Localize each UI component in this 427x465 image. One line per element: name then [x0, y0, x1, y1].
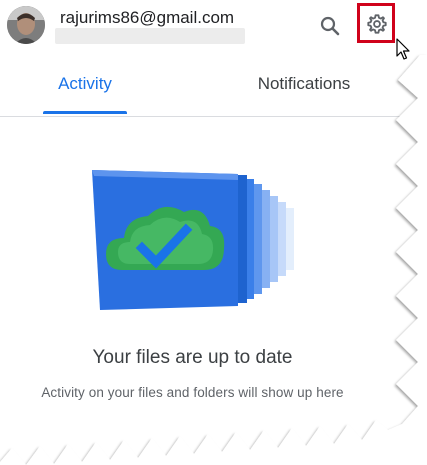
tab-notifications-label: Notifications [257, 74, 351, 93]
account-secondary-line [55, 28, 245, 44]
tab-activity-label: Activity [58, 74, 112, 93]
avatar[interactable] [7, 6, 45, 44]
empty-state-subtitle: Activity on your files and folders will … [41, 385, 344, 400]
empty-state-title: Your files are up to date [92, 347, 293, 368]
mouse-cursor-icon [396, 38, 410, 60]
account-header: rajurims86@gmail.com [0, 0, 427, 60]
settings-button[interactable] [357, 3, 395, 43]
search-icon [320, 16, 340, 36]
gear-icon [367, 14, 387, 34]
account-email: rajurims86@gmail.com [60, 8, 235, 27]
search-button[interactable] [318, 14, 342, 38]
tab-activity[interactable]: Activity [43, 60, 127, 116]
cloud-check-icon [92, 170, 294, 310]
tab-divider [0, 116, 427, 117]
tab-notifications[interactable]: Notifications [244, 60, 364, 116]
active-tab-indicator [43, 111, 127, 114]
tab-bar: Activity Notifications [0, 60, 427, 118]
